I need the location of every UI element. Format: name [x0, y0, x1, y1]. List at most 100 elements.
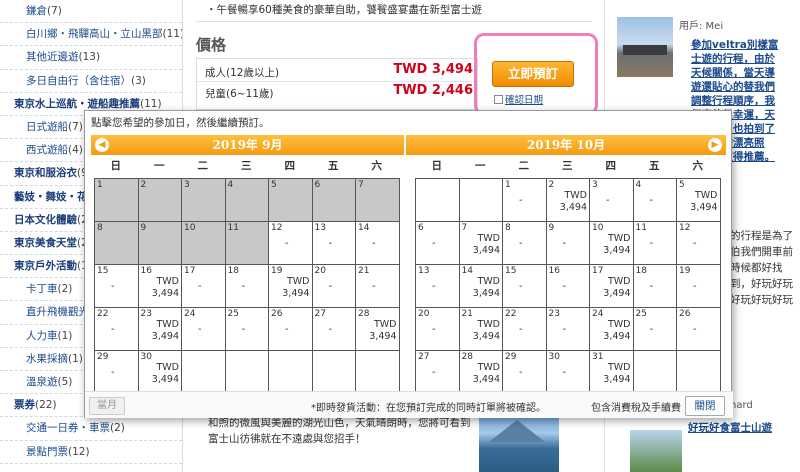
- calendar-icon: [494, 95, 503, 104]
- calendar-day: 29-: [95, 351, 139, 394]
- instant-confirm-note: *即時發貨活動：在您預訂完成的同時訂單將被確認。: [311, 403, 546, 414]
- day-price-currency: TWD: [694, 190, 718, 201]
- calendar-day[interactable]: 2 TWD 3,494: [546, 179, 590, 222]
- calendar-day[interactable]: 24 TWD 3,494: [590, 308, 634, 351]
- day-number: 14: [358, 223, 370, 233]
- day-number: 3: [184, 180, 190, 190]
- day-price-amount: 3,494: [151, 288, 179, 299]
- calendar-day: 22-: [95, 308, 139, 351]
- calendar-day: 10: [182, 222, 226, 265]
- day-number: 7: [358, 180, 364, 190]
- check-date-link[interactable]: 確認日期: [494, 92, 543, 106]
- sidebar-item[interactable]: 交通一日券・車票(2): [0, 417, 182, 441]
- weekday-label: 三: [562, 160, 573, 172]
- sidebar-item-count: (22): [35, 399, 57, 412]
- sidebar-item[interactable]: 白川鄉・飛驒高山・立山黑部(11): [0, 23, 182, 47]
- calendar-day: 12-: [269, 222, 313, 265]
- calendar-day[interactable]: 17 TWD 3,494: [590, 265, 634, 308]
- book-now-button[interactable]: 立即預訂: [492, 61, 574, 87]
- price-label: 成人(12歲以上): [205, 67, 280, 79]
- calendar-day[interactable]: 10 TWD 3,494: [590, 222, 634, 265]
- calendar-day[interactable]: 23 TWD 3,494: [138, 308, 182, 351]
- calendar-day[interactable]: 28 TWD 3,494: [459, 351, 503, 394]
- sidebar-item-label: 票券: [14, 399, 35, 412]
- day-number: 10: [184, 223, 196, 233]
- unavailable-mark: -: [649, 195, 654, 206]
- calendar-empty-cell: [356, 351, 400, 394]
- day-price-currency: TWD: [607, 319, 631, 330]
- day-number: 13: [314, 223, 326, 233]
- calendar-day[interactable]: 21 TWD 3,494: [459, 308, 503, 351]
- calendar-footer: 當月 *即時發貨活動：在您預訂完成的同時訂單將被確認。 包含消費稅及手續費 關閉: [85, 391, 733, 418]
- calendar-day: 26-: [269, 308, 313, 351]
- sidebar-item-label: 其他近邊遊: [26, 51, 79, 64]
- review-link-2[interactable]: 好玩好食富士山遊: [688, 420, 772, 435]
- calendar-day: 5: [269, 179, 313, 222]
- sidebar-item-label: 溫泉遊: [26, 376, 58, 388]
- calendar-day[interactable]: 14 TWD 3,494: [459, 265, 503, 308]
- sidebar-item[interactable]: 多日自由行（含住宿）(3): [0, 70, 182, 93]
- weekday-label: 四: [284, 160, 296, 172]
- day-price-amount: 3,494: [151, 374, 179, 385]
- calendar-day: 6-: [416, 222, 460, 265]
- sidebar-item-count: (11): [140, 97, 162, 110]
- day-number: 20: [418, 309, 430, 319]
- sidebar-item-count: (4): [68, 144, 83, 157]
- day-number: 24: [592, 309, 604, 319]
- unavailable-mark: -: [519, 238, 523, 249]
- sidebar-item[interactable]: 鎌倉(7): [0, 0, 182, 24]
- unavailable-mark: -: [285, 324, 289, 335]
- weekday-row-oct: 日一二三四五六: [415, 158, 720, 176]
- weekday-row-sep: 日一二三四五六: [94, 158, 399, 176]
- day-number: 4: [227, 180, 234, 190]
- calendar-day[interactable]: 30 TWD 3,494: [138, 351, 182, 394]
- unavailable-mark: -: [519, 281, 523, 292]
- calendar-day[interactable]: 7 TWD 3,494: [459, 222, 503, 265]
- day-number: 21: [461, 309, 473, 319]
- this-month-button[interactable]: 當月: [89, 397, 125, 415]
- sidebar-item[interactable]: 其他近邊遊(13): [0, 46, 182, 70]
- lake-photo: [479, 412, 559, 472]
- day-number: 17: [184, 266, 196, 276]
- day-number: 8: [505, 223, 511, 233]
- unavailable-mark: -: [562, 281, 567, 292]
- weekday-label: 五: [328, 160, 339, 172]
- calendar-day[interactable]: 28 TWD 3,494: [356, 308, 400, 351]
- sidebar-item-label: 東京戶外活動: [14, 260, 77, 273]
- day-number: 23: [140, 309, 152, 319]
- prev-month-icon[interactable]: ◀: [95, 138, 109, 152]
- unavailable-mark: -: [241, 281, 246, 292]
- unavailable-mark: -: [649, 238, 654, 249]
- calendar-grid-oct: 1-2 TWD 3,494 3-4-5 TWD 3,494 6-7 TWD 3,494 8-9-1…: [415, 178, 721, 394]
- day-price-currency: TWD: [477, 319, 500, 330]
- sidebar-item-label: 西式遊船: [26, 144, 68, 157]
- sidebar-item-label: 白川鄉・飛驒高山・立山黑部: [26, 28, 163, 41]
- sidebar-item-count: (7): [47, 5, 62, 17]
- calendar-day[interactable]: 5 TWD 3,494: [677, 179, 721, 222]
- calendar-day: 25-: [633, 308, 677, 351]
- day-price-amount: 3,494: [559, 202, 587, 213]
- unavailable-mark: -: [606, 195, 610, 206]
- close-button[interactable]: 關閉: [685, 396, 725, 416]
- day-number: 19: [679, 266, 691, 276]
- weekday-label: 五: [649, 160, 660, 172]
- calendar-day: 8-: [503, 222, 547, 265]
- calendar-day: 6: [312, 179, 356, 222]
- calendar-day: 27-: [416, 351, 460, 394]
- calendar-day: 9: [138, 222, 182, 265]
- calendar-day[interactable]: 16 TWD 3,494: [138, 265, 182, 308]
- day-number: 6: [418, 223, 424, 233]
- calendar-day: 4-: [633, 179, 677, 222]
- calendar-day[interactable]: 31 TWD 3,494: [590, 351, 634, 394]
- calendar-day[interactable]: 19 TWD 3,494: [269, 265, 313, 308]
- unavailable-mark: -: [519, 324, 523, 335]
- day-price-amount: 3,494: [151, 331, 179, 342]
- sidebar-item-count: (1): [68, 352, 83, 365]
- price-row-adult: 成人(12歲以上) TWD 3,494: [197, 61, 479, 81]
- next-month-icon[interactable]: ▶: [708, 138, 722, 152]
- sidebar-item[interactable]: 景點門票(12): [0, 441, 182, 464]
- day-number: 31: [592, 352, 604, 362]
- day-price-currency: TWD: [607, 276, 631, 287]
- unavailable-mark: -: [432, 281, 436, 292]
- sidebar-item-count: (5): [57, 376, 73, 388]
